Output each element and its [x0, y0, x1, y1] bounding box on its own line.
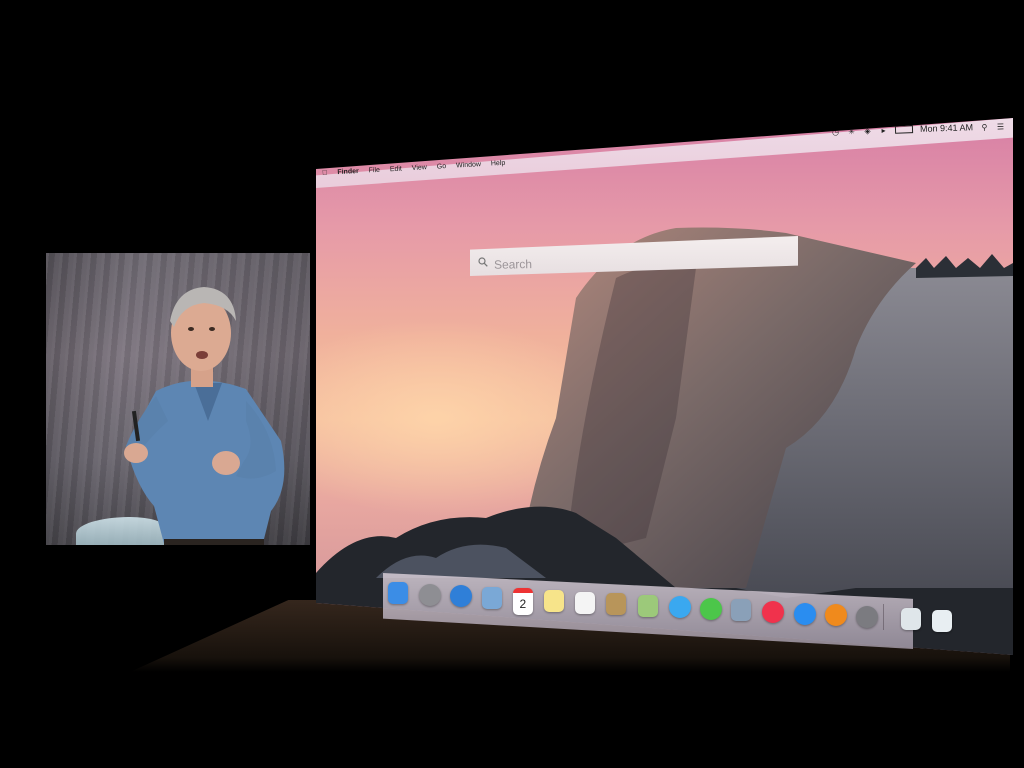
menu-file[interactable]: File: [368, 167, 380, 175]
dock-trash-icon[interactable]: [932, 609, 953, 632]
dock-notes-icon[interactable]: [544, 589, 564, 612]
dock-mail-icon[interactable]: [481, 586, 502, 609]
notification-center-icon[interactable]: ☰: [996, 122, 1005, 131]
apple-menu-icon[interactable]: : [322, 170, 328, 177]
dock-reminders-icon[interactable]: [575, 591, 596, 614]
dock-preview-icon[interactable]: [901, 608, 922, 631]
menu-clock[interactable]: Mon 9:41 AM: [920, 122, 973, 134]
dock-ibooks-icon[interactable]: [824, 604, 847, 627]
dock-app-store-icon[interactable]: [793, 602, 816, 625]
menu-view[interactable]: View: [412, 164, 427, 172]
menu-help[interactable]: Help: [491, 160, 506, 168]
spotlight-icon[interactable]: ⚲: [980, 122, 989, 131]
dock-messages-icon[interactable]: [668, 596, 691, 619]
search-icon: [478, 257, 488, 267]
dock-system-preferences-icon[interactable]: [856, 605, 878, 628]
bluetooth-icon[interactable]: ✳: [847, 126, 856, 135]
menu-app-name[interactable]: Finder: [337, 168, 359, 176]
dock-separator: [883, 603, 884, 630]
dock-contacts-icon[interactable]: [606, 593, 627, 616]
volume-icon[interactable]: ▸: [879, 125, 888, 135]
wifi-icon[interactable]: ◈: [863, 126, 872, 135]
dock-finder-icon[interactable]: [388, 582, 408, 604]
dock-launchpad-icon[interactable]: [419, 583, 442, 606]
dock-photos-icon[interactable]: [731, 599, 752, 622]
menu-go[interactable]: Go: [437, 163, 447, 171]
dock-calendar-icon[interactable]: 2: [512, 588, 533, 616]
time-machine-icon[interactable]: ◷: [831, 127, 840, 136]
dock-maps-icon[interactable]: [637, 594, 658, 617]
battery-icon[interactable]: [894, 125, 914, 134]
presenter-video: [46, 253, 310, 545]
dock-facetime-icon[interactable]: [700, 597, 722, 620]
menu-window[interactable]: Window: [456, 161, 481, 169]
presenter-figure: [124, 287, 285, 545]
menu-edit[interactable]: Edit: [390, 166, 402, 174]
